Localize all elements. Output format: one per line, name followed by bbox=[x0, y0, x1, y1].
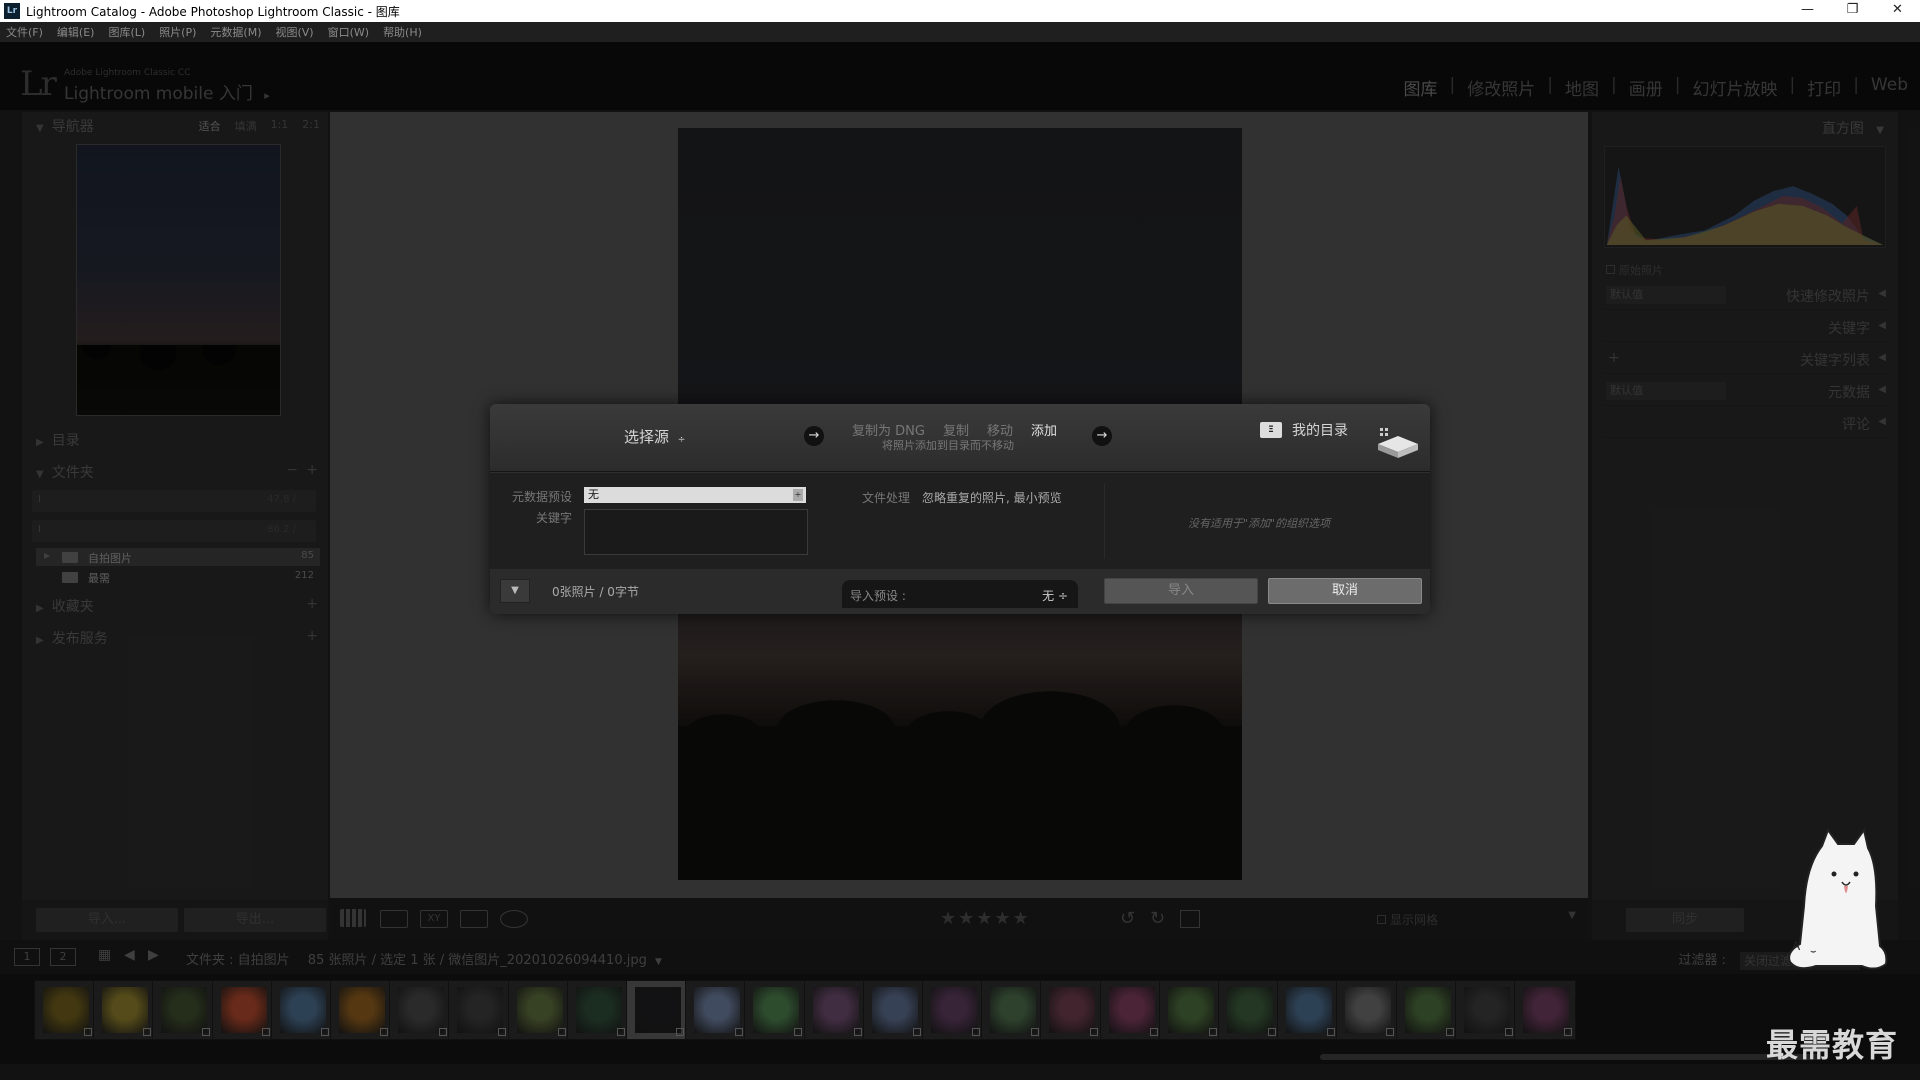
dialog-divider bbox=[1104, 483, 1105, 559]
updown-arrow-icon: ÷ bbox=[793, 489, 803, 501]
metadata-preset-label: 元数据预设 bbox=[512, 490, 573, 504]
select-source-label: 选择源 bbox=[624, 428, 670, 446]
lightroom-app-icon: Lr bbox=[4, 3, 20, 19]
metadata-preset-value: 无 bbox=[588, 488, 599, 501]
svg-text:A: A bbox=[1792, 939, 1801, 953]
mode-add[interactable]: 添加 bbox=[1031, 420, 1057, 439]
mode-description: 将照片添加到目录而不移动 bbox=[882, 439, 1014, 452]
select-source-dropdown[interactable]: 选择源 ÷ bbox=[624, 426, 685, 447]
file-handling-value: 忽略重复的照片, 最小预览 bbox=[922, 491, 1062, 505]
catalog-icon: Ξ bbox=[1260, 422, 1282, 438]
updown-arrow-icon: ÷ bbox=[677, 435, 686, 445]
menu-file[interactable]: 文件(F) bbox=[6, 24, 43, 40]
hard-drive-icon bbox=[1378, 428, 1418, 458]
menu-view[interactable]: 视图(V) bbox=[275, 24, 313, 40]
photo-count: 0张照片 / 0字节 bbox=[552, 585, 639, 599]
right-arrow-icon: → bbox=[1092, 426, 1112, 446]
import-preset-select[interactable]: 导入预设 : 无 ÷ bbox=[842, 580, 1078, 608]
restore-button[interactable]: ❐ bbox=[1830, 0, 1875, 22]
import-dialog-header: 选择源 ÷ → 复制为 DNG 复制 移动 添加 将照片添加到目录而不移动 → … bbox=[490, 404, 1430, 472]
import-dialog: 选择源 ÷ → 复制为 DNG 复制 移动 添加 将照片添加到目录而不移动 → … bbox=[490, 404, 1430, 614]
import-preset-value: 无 ÷ bbox=[1042, 589, 1068, 603]
menu-photo[interactable]: 照片(P) bbox=[159, 24, 196, 40]
right-arrow-icon: → bbox=[804, 426, 824, 446]
menu-help[interactable]: 帮助(H) bbox=[383, 24, 422, 40]
close-button[interactable]: ✕ bbox=[1875, 0, 1920, 22]
chevron-down-icon: ▼ bbox=[511, 585, 519, 596]
menu-edit[interactable]: 编辑(E) bbox=[57, 24, 95, 40]
watermark-logo: 最需教育 bbox=[1766, 1026, 1899, 1064]
destination-label: 我的目录 bbox=[1292, 423, 1348, 439]
svg-text:⌣: ⌣ bbox=[1810, 946, 1817, 957]
import-dialog-footer: ▼ 0张照片 / 0字节 导入预设 : 无 ÷ 导入 取消 bbox=[490, 569, 1430, 614]
import-preset-label: 导入预设 : bbox=[850, 589, 906, 603]
expand-dialog-button[interactable]: ▼ bbox=[500, 579, 530, 603]
menu-bar: 文件(F) 编辑(E) 图库(L) 照片(P) 元数据(M) 视图(V) 窗口(… bbox=[0, 22, 1920, 42]
cancel-button[interactable]: 取消 bbox=[1268, 578, 1422, 604]
keywords-textarea[interactable] bbox=[584, 509, 808, 555]
keywords-label: 关键字 bbox=[536, 511, 573, 525]
no-organize-options: 没有适用于"添加"的组织选项 bbox=[1188, 517, 1331, 530]
import-dialog-body: 元数据预设 无 ÷ 关键字 文件处理 忽略重复的照片, 最小预览 没有适用于"添… bbox=[490, 473, 1430, 569]
window-title: Lightroom Catalog - Adobe Photoshop Ligh… bbox=[26, 4, 400, 19]
title-bar: Lr Lightroom Catalog - Adobe Photoshop L… bbox=[0, 0, 1920, 22]
window-controls: — ❐ ✕ bbox=[1785, 0, 1920, 22]
cat-mascot-logo: A ⌣ bbox=[1788, 827, 1888, 970]
file-handling-label: 文件处理 bbox=[862, 491, 911, 505]
menu-library[interactable]: 图库(L) bbox=[108, 24, 145, 40]
minimize-button[interactable]: — bbox=[1785, 0, 1830, 22]
import-confirm-button[interactable]: 导入 bbox=[1104, 578, 1258, 604]
menu-metadata[interactable]: 元数据(M) bbox=[210, 24, 261, 40]
metadata-preset-select[interactable]: 无 ÷ bbox=[584, 487, 806, 503]
menu-window[interactable]: 窗口(W) bbox=[328, 24, 369, 40]
